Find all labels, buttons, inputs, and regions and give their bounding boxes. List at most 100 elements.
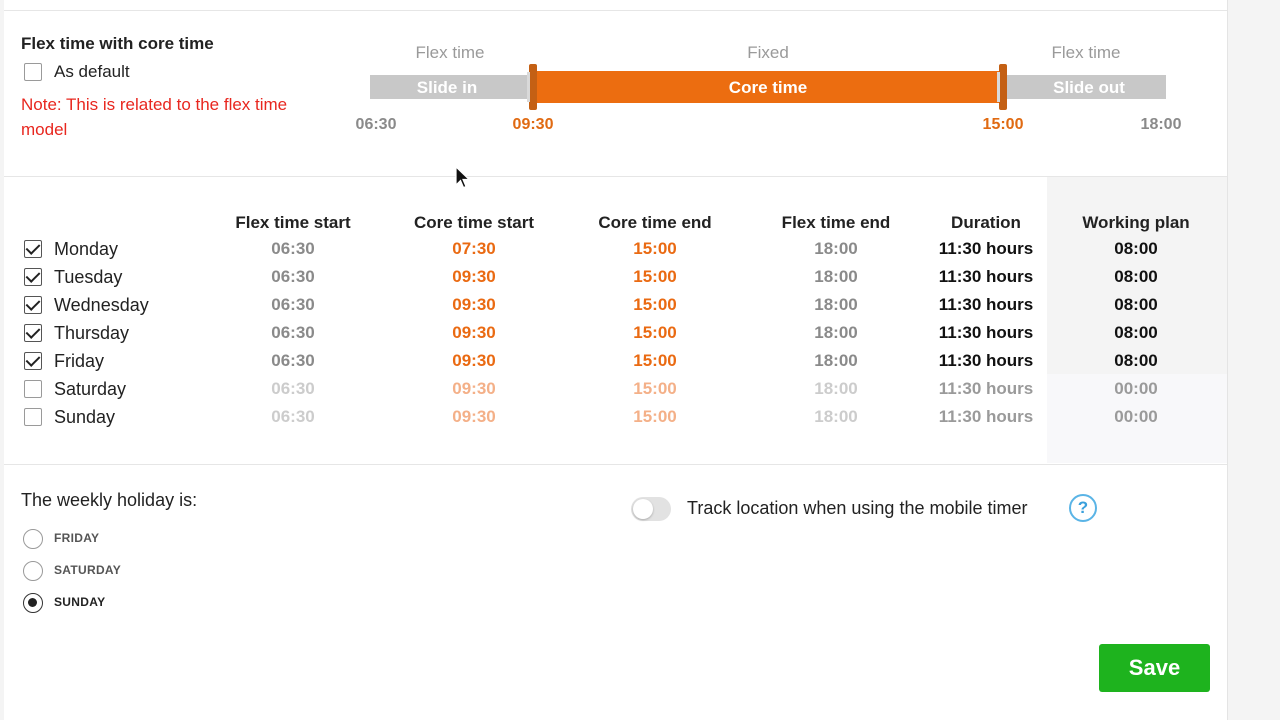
duration-cell: 11:30 hours bbox=[938, 295, 1034, 314]
slide-out-label: Slide out bbox=[1053, 78, 1125, 97]
core-end-cell[interactable]: 15:00 bbox=[633, 267, 676, 287]
timeline-time-core-end: 15:00 bbox=[982, 116, 1024, 133]
core-start-cell[interactable]: 09:30 bbox=[452, 407, 495, 427]
timeline-label-flex-right: Flex time bbox=[1051, 43, 1121, 62]
day-label: Tuesday bbox=[54, 267, 123, 287]
day-checkbox[interactable] bbox=[24, 380, 42, 398]
table-row: Saturday 06:30 09:30 15:00 18:00 11:30 h… bbox=[4, 377, 1227, 405]
flex-end-cell[interactable]: 18:00 bbox=[814, 295, 857, 315]
day-checkbox[interactable] bbox=[24, 268, 42, 286]
flex-start-cell[interactable]: 06:30 bbox=[271, 379, 314, 399]
top-divider bbox=[4, 10, 1227, 11]
track-location-toggle[interactable] bbox=[631, 497, 671, 521]
working-plan-cell[interactable]: 08:00 bbox=[1114, 323, 1157, 343]
flex-end-cell[interactable]: 18:00 bbox=[814, 379, 857, 399]
flex-end-cell[interactable]: 18:00 bbox=[814, 351, 857, 371]
radio-selected-dot bbox=[28, 598, 37, 607]
flex-start-cell[interactable]: 06:30 bbox=[271, 323, 314, 343]
flex-start-cell[interactable]: 06:30 bbox=[271, 351, 314, 371]
header-core-start: Core time start bbox=[414, 213, 534, 232]
check-icon bbox=[25, 240, 41, 255]
core-start-cell[interactable]: 07:30 bbox=[452, 239, 495, 259]
flex-start-cell[interactable]: 06:30 bbox=[271, 239, 314, 259]
flex-end-cell[interactable]: 18:00 bbox=[814, 407, 857, 427]
flex-end-cell[interactable]: 18:00 bbox=[814, 267, 857, 287]
working-plan-cell[interactable]: 08:00 bbox=[1114, 295, 1157, 315]
core-end-handle[interactable] bbox=[997, 64, 1007, 110]
radio-sunday[interactable] bbox=[23, 593, 43, 613]
working-plan-cell[interactable]: 08:00 bbox=[1114, 239, 1157, 259]
core-start-cell[interactable]: 09:30 bbox=[452, 295, 495, 315]
section-divider bbox=[4, 176, 1227, 177]
toggle-knob bbox=[633, 499, 653, 519]
mouse-cursor-icon bbox=[455, 166, 471, 189]
core-end-cell[interactable]: 15:00 bbox=[633, 295, 676, 315]
duration-cell: 11:30 hours bbox=[938, 379, 1034, 398]
timeline-time-flex-end: 18:00 bbox=[1140, 116, 1182, 133]
day-label: Friday bbox=[54, 351, 105, 371]
core-end-cell[interactable]: 15:00 bbox=[633, 379, 676, 399]
day-checkbox[interactable] bbox=[24, 408, 42, 426]
header-flex-start: Flex time start bbox=[235, 213, 351, 232]
duration-cell: 11:30 hours bbox=[938, 267, 1034, 286]
duration-cell: 11:30 hours bbox=[938, 239, 1034, 258]
working-plan-cell[interactable]: 00:00 bbox=[1114, 379, 1157, 399]
check-icon bbox=[25, 296, 41, 311]
header-duration: Duration bbox=[951, 213, 1021, 232]
radio-label-friday: FRIDAY bbox=[54, 531, 100, 545]
day-label: Wednesday bbox=[54, 295, 149, 315]
as-default-checkbox[interactable] bbox=[24, 63, 42, 81]
radio-saturday[interactable] bbox=[23, 561, 43, 581]
help-icon[interactable]: ? bbox=[1069, 494, 1097, 522]
radio-friday[interactable] bbox=[23, 529, 43, 549]
core-time-label: Core time bbox=[728, 78, 808, 97]
check-icon bbox=[25, 324, 41, 339]
core-end-cell[interactable]: 15:00 bbox=[633, 239, 676, 259]
core-end-cell[interactable]: 15:00 bbox=[633, 407, 676, 427]
header-flex-end: Flex time end bbox=[781, 213, 891, 232]
check-icon bbox=[25, 352, 41, 367]
radio-label-sunday: SUNDAY bbox=[54, 595, 106, 609]
check-icon bbox=[25, 268, 41, 283]
save-button[interactable]: Save bbox=[1099, 644, 1210, 692]
table-row: Sunday 06:30 09:30 15:00 18:00 11:30 hou… bbox=[4, 405, 1227, 433]
duration-cell: 11:30 hours bbox=[938, 323, 1034, 342]
day-label: Thursday bbox=[54, 323, 130, 343]
duration-cell: 11:30 hours bbox=[938, 351, 1034, 370]
work-time-settings-panel: Flex time with core time As default Note… bbox=[4, 0, 1228, 720]
flex-start-cell[interactable]: 06:30 bbox=[271, 295, 314, 315]
flex-end-cell[interactable]: 18:00 bbox=[814, 323, 857, 343]
as-default-label: As default bbox=[54, 62, 130, 81]
timeline-label-fixed: Fixed bbox=[747, 43, 789, 62]
table-row: Wednesday 06:30 09:30 15:00 18:00 11:30 … bbox=[4, 293, 1227, 321]
flex-end-cell[interactable]: 18:00 bbox=[814, 239, 857, 259]
working-plan-cell[interactable]: 00:00 bbox=[1114, 407, 1157, 427]
timeline-label-flex-left: Flex time bbox=[415, 43, 485, 62]
working-plan-cell[interactable]: 08:00 bbox=[1114, 351, 1157, 371]
table-row: Monday 06:30 07:30 15:00 18:00 11:30 hou… bbox=[4, 237, 1227, 265]
table-row: Friday 06:30 09:30 15:00 18:00 11:30 hou… bbox=[4, 349, 1227, 377]
day-label: Sunday bbox=[54, 407, 116, 427]
core-start-cell[interactable]: 09:30 bbox=[452, 351, 495, 371]
core-start-cell[interactable]: 09:30 bbox=[452, 323, 495, 343]
core-start-handle[interactable] bbox=[527, 64, 537, 110]
track-location-label: Track location when using the mobile tim… bbox=[687, 498, 1028, 518]
flex-start-cell[interactable]: 06:30 bbox=[271, 407, 314, 427]
core-end-cell[interactable]: 15:00 bbox=[633, 351, 676, 371]
day-checkbox[interactable] bbox=[24, 240, 42, 258]
day-checkbox[interactable] bbox=[24, 352, 42, 370]
core-start-cell[interactable]: 09:30 bbox=[452, 379, 495, 399]
flex-start-cell[interactable]: 06:30 bbox=[271, 267, 314, 287]
day-label: Saturday bbox=[54, 379, 127, 399]
weekly-holiday-title: The weekly holiday is: bbox=[21, 490, 198, 510]
flex-section-title: Flex time with core time bbox=[21, 34, 214, 53]
working-plan-cell[interactable]: 08:00 bbox=[1114, 267, 1157, 287]
duration-cell: 11:30 hours bbox=[938, 407, 1034, 426]
core-start-cell[interactable]: 09:30 bbox=[452, 267, 495, 287]
day-checkbox[interactable] bbox=[24, 296, 42, 314]
core-end-cell[interactable]: 15:00 bbox=[633, 323, 676, 343]
day-label: Monday bbox=[54, 239, 119, 259]
day-checkbox[interactable] bbox=[24, 324, 42, 342]
table-row: Tuesday 06:30 09:30 15:00 18:00 11:30 ho… bbox=[4, 265, 1227, 293]
timeline-time-core-start: 09:30 bbox=[512, 116, 554, 133]
